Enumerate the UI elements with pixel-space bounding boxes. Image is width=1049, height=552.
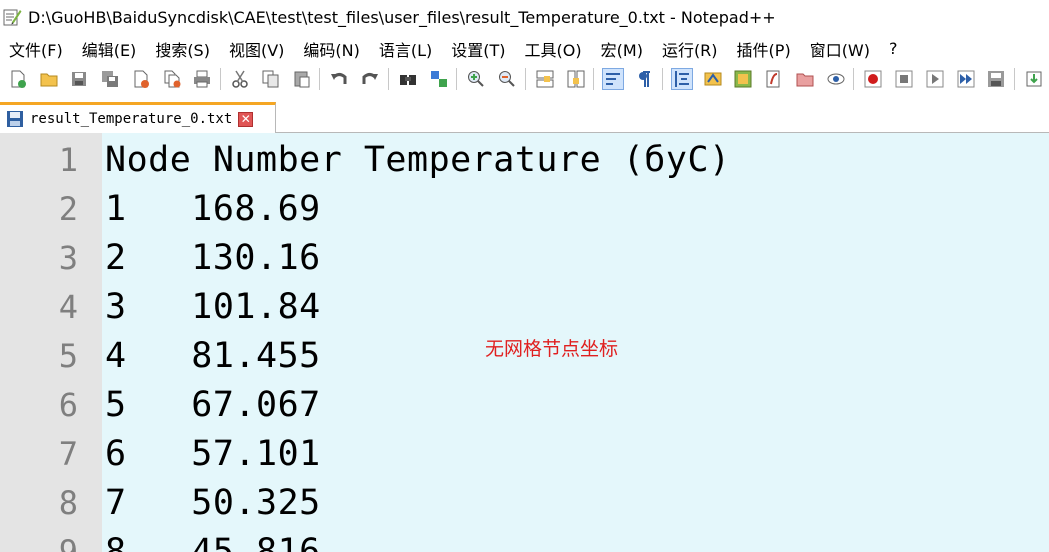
line-number: 4 [58, 288, 78, 326]
monitoring-eye-icon[interactable] [825, 68, 847, 90]
text-line: 7 6 57.101 [0, 430, 1049, 479]
undo-icon[interactable] [328, 68, 350, 90]
title-bar: D:\GuoHB\BaiduSyncdisk\CAE\test\test_fil… [0, 0, 1049, 34]
record-macro-icon[interactable] [862, 68, 884, 90]
menu-bar: 文件(F) 编辑(E) 搜索(S) 视图(V) 编码(N) 语言(L) 设置(T… [0, 34, 1049, 63]
toolbar-separator [1014, 68, 1016, 90]
word-wrap-icon[interactable] [602, 68, 625, 90]
line-number: 2 [58, 190, 78, 228]
save-icon[interactable] [69, 68, 91, 90]
paste-icon[interactable] [291, 68, 313, 90]
line-number: 5 [58, 337, 78, 375]
line-number: 8 [58, 484, 78, 522]
text-line: 4 3 101.84 [0, 283, 1049, 332]
close-file-icon[interactable] [130, 68, 152, 90]
toolbar-separator [853, 68, 855, 90]
zoom-in-icon[interactable] [465, 68, 487, 90]
stop-macro-icon[interactable] [893, 68, 915, 90]
indent-guide-icon[interactable] [670, 68, 693, 90]
menu-run[interactable]: 运行(R) [653, 37, 728, 61]
save-all-icon[interactable] [99, 68, 121, 90]
menu-view[interactable]: 视图(V) [220, 37, 294, 61]
line-number: 9 [58, 533, 78, 552]
tab-bar: result_Temperature_0.txt ✕ [0, 95, 1049, 133]
line-text[interactable]: 1 168.69 [105, 185, 321, 234]
menu-help[interactable]: ? [880, 39, 908, 58]
new-file-icon[interactable] [7, 68, 29, 90]
toolbar-separator [387, 68, 389, 90]
menu-tools[interactable]: 工具(O) [516, 37, 592, 61]
line-text[interactable]: 4 81.455 [105, 332, 321, 381]
text-line: 2 1 168.69 [0, 185, 1049, 234]
menu-macro[interactable]: 宏(M) [592, 37, 653, 61]
toolbar-separator [220, 68, 222, 90]
menu-edit[interactable]: 编辑(E) [73, 37, 147, 61]
sync-vertical-icon[interactable] [534, 68, 556, 90]
toolbar-separator [524, 68, 526, 90]
copy-icon[interactable] [260, 68, 282, 90]
line-text[interactable]: 6 57.101 [105, 430, 321, 479]
menu-file[interactable]: 文件(F) [0, 37, 73, 61]
window-title: D:\GuoHB\BaiduSyncdisk\CAE\test\test_fil… [28, 7, 776, 27]
toolbar [0, 63, 1049, 95]
line-number: 1 [58, 141, 78, 179]
redo-icon[interactable] [359, 68, 381, 90]
menu-search[interactable]: 搜索(S) [146, 37, 220, 61]
document-map-icon[interactable] [732, 68, 754, 90]
menu-encoding[interactable]: 编码(N) [294, 37, 369, 61]
toolbar-extra-icon[interactable] [1023, 68, 1045, 90]
line-text[interactable]: 5 67.067 [105, 381, 321, 430]
line-number: 3 [58, 239, 78, 277]
save-macro-icon[interactable] [985, 68, 1007, 90]
toolbar-separator [593, 68, 595, 90]
toolbar-separator [319, 68, 321, 90]
open-folder-icon[interactable] [38, 68, 60, 90]
play-macro-icon[interactable] [924, 68, 946, 90]
line-text[interactable]: 8 45.816 [105, 528, 321, 552]
menu-language[interactable]: 语言(L) [370, 37, 442, 61]
text-line: 6 5 67.067 [0, 381, 1049, 430]
run-macro-multiple-icon[interactable] [955, 68, 977, 90]
folder-workspace-icon[interactable] [794, 68, 816, 90]
find-icon[interactable] [397, 68, 419, 90]
text-line: 8 7 50.325 [0, 479, 1049, 528]
toolbar-separator [456, 68, 458, 90]
text-line-partial: 9 8 45.816 [0, 528, 1049, 552]
line-text[interactable]: Node Number Temperature (бyC) [105, 136, 731, 185]
text-line: 3 2 130.16 [0, 234, 1049, 283]
line-text[interactable]: 7 50.325 [105, 479, 321, 528]
cut-icon[interactable] [229, 68, 251, 90]
close-icon[interactable]: ✕ [238, 111, 254, 127]
zoom-out-icon[interactable] [496, 68, 518, 90]
replace-icon[interactable] [428, 68, 450, 90]
tab-result-temperature[interactable]: result_Temperature_0.txt ✕ [0, 102, 276, 133]
tab-label: result_Temperature_0.txt [30, 111, 233, 127]
line-text[interactable]: 2 130.16 [105, 234, 321, 283]
close-all-icon[interactable] [161, 68, 183, 90]
text-line: 1 Node Number Temperature (бyC) [0, 136, 1049, 185]
notepad-plus-plus-icon[interactable] [2, 7, 22, 27]
toolbar-separator [661, 68, 663, 90]
line-text[interactable]: 3 101.84 [105, 283, 321, 332]
show-all-characters-icon[interactable] [633, 68, 655, 90]
line-number: 7 [58, 435, 78, 473]
menu-plugins[interactable]: 插件(P) [728, 37, 801, 61]
line-number: 6 [58, 386, 78, 424]
sync-horizontal-icon[interactable] [565, 68, 587, 90]
annotation-text: 无网格节点坐标 [485, 338, 619, 360]
menu-settings[interactable]: 设置(T) [442, 37, 515, 61]
menu-window[interactable]: 窗口(W) [801, 37, 880, 61]
function-list-icon[interactable] [763, 68, 785, 90]
user-language-icon[interactable] [702, 68, 724, 90]
print-icon[interactable] [192, 68, 214, 90]
floppy-disk-icon [6, 110, 24, 128]
